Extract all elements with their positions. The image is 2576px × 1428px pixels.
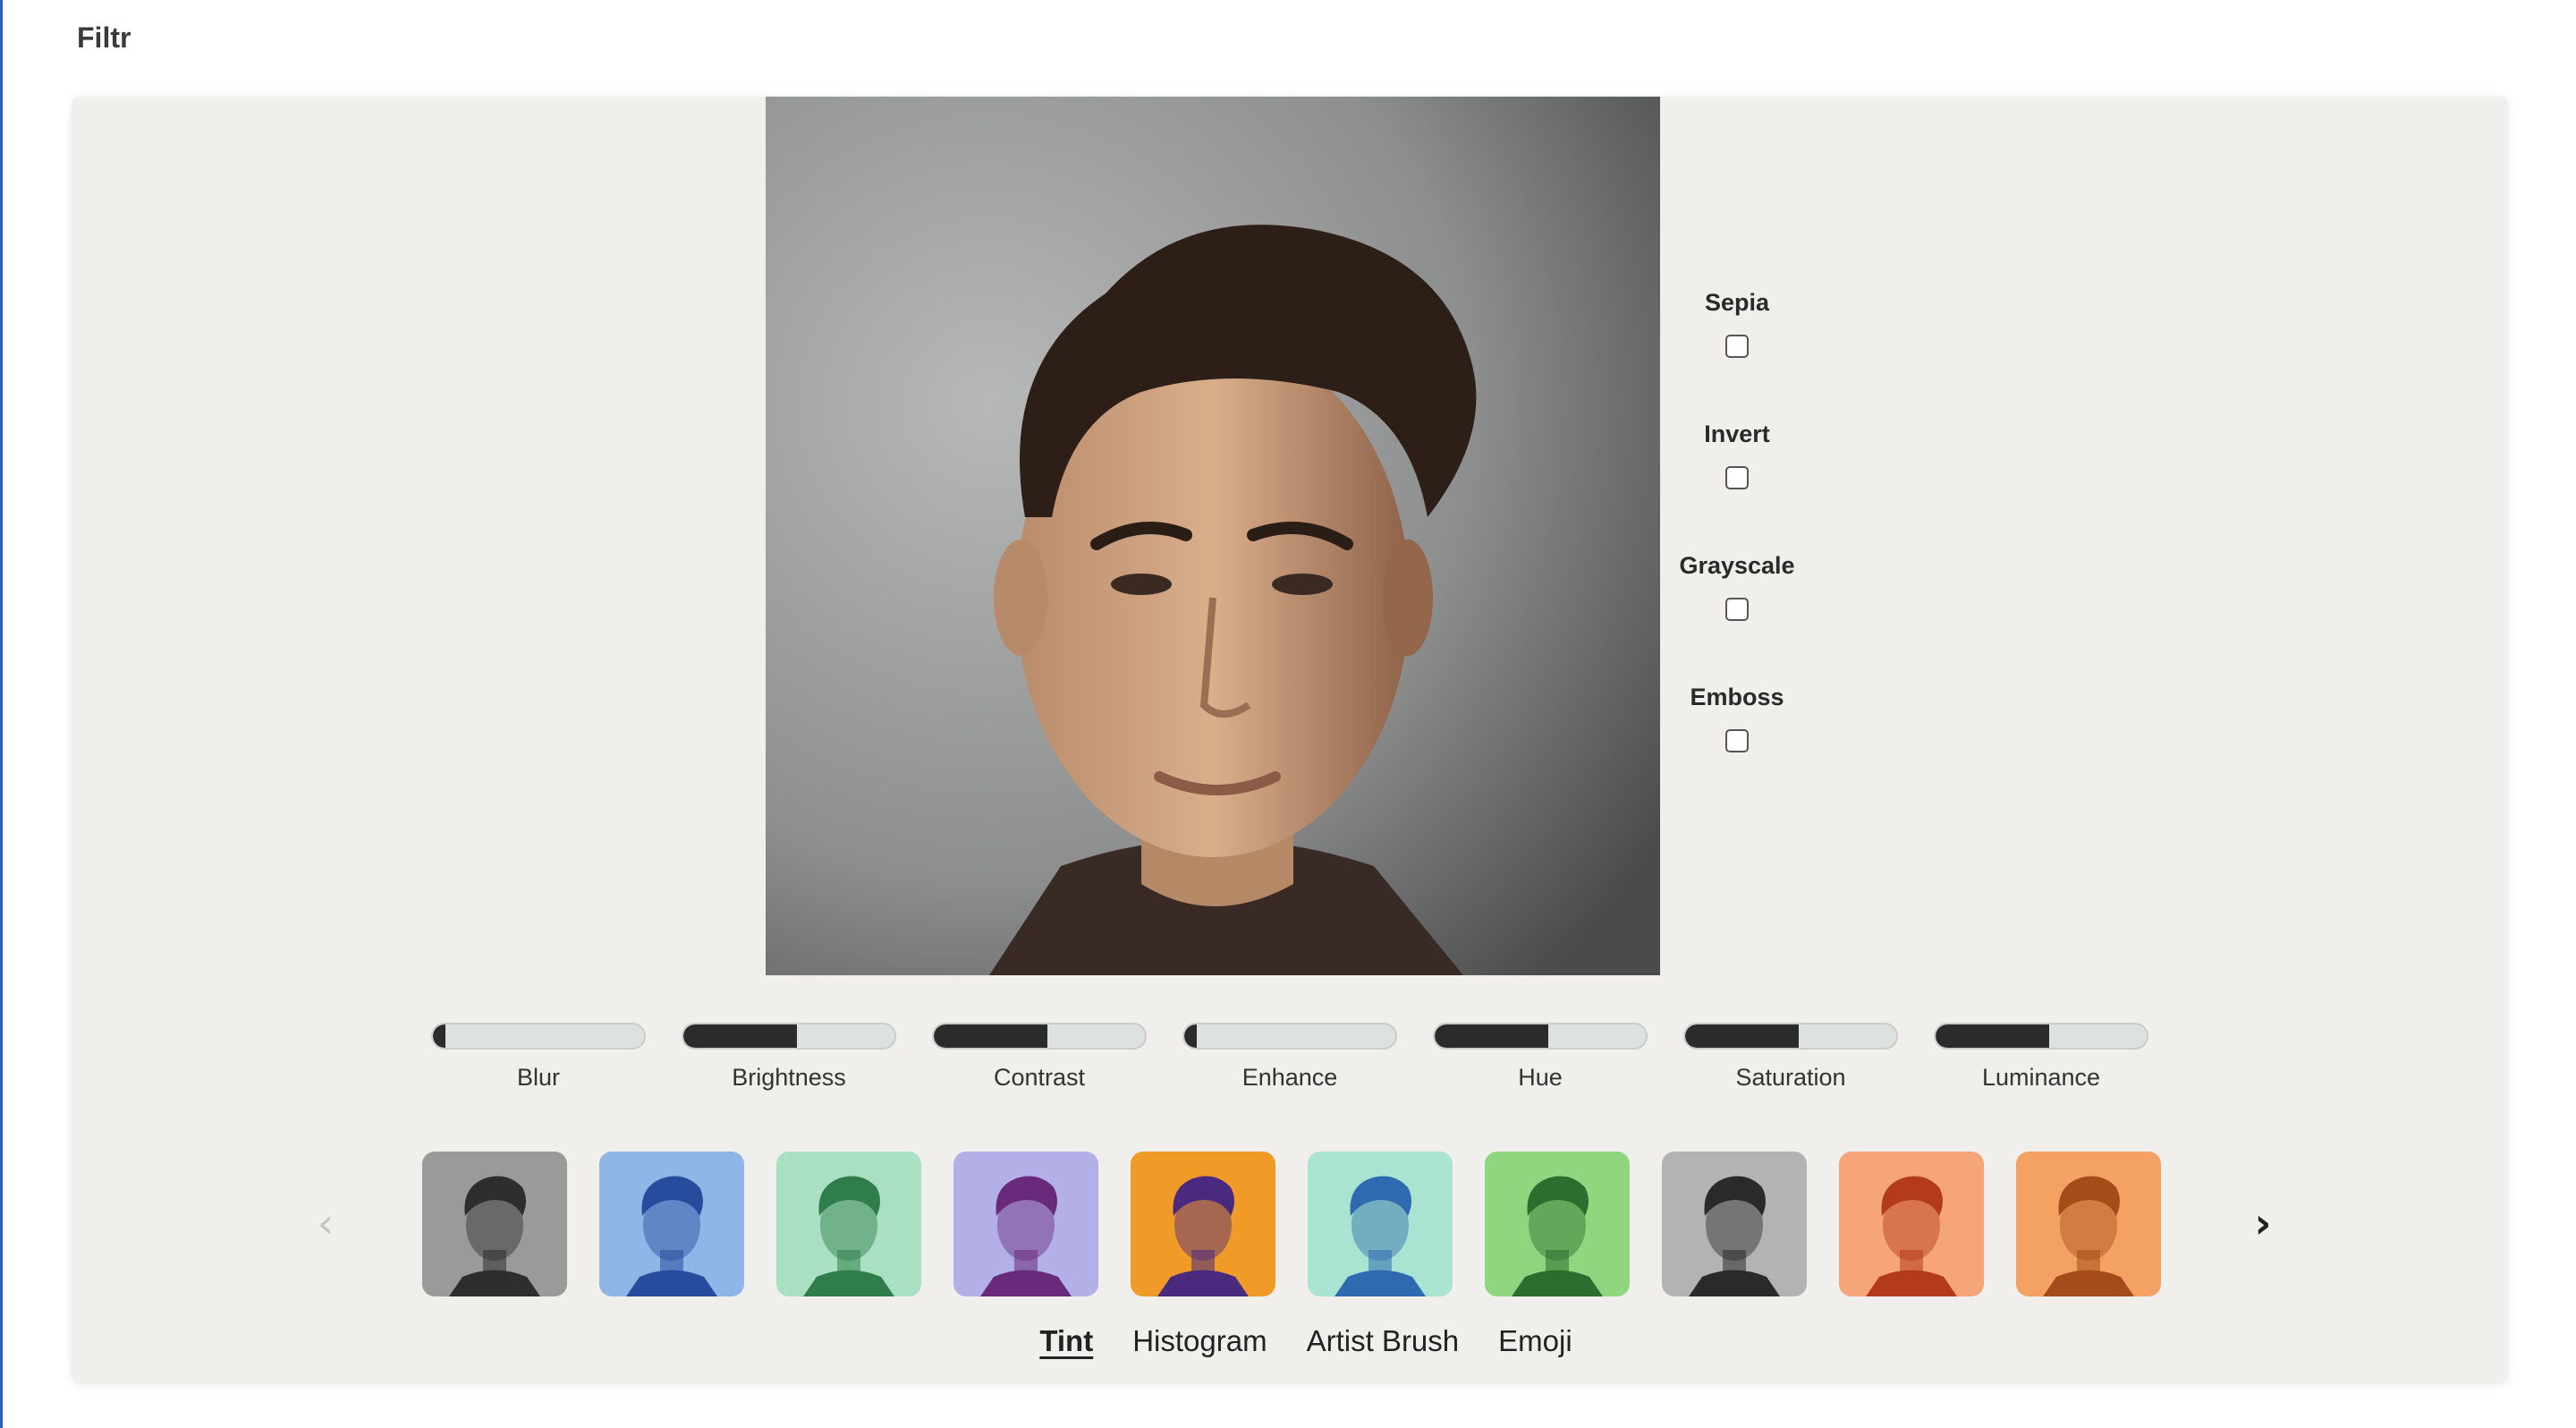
slider-blur: Blur [431, 1023, 646, 1092]
enhance-slider[interactable] [1182, 1023, 1397, 1050]
tab-histogram[interactable]: Histogram [1132, 1324, 1267, 1358]
slider-luminance: Luminance [1934, 1023, 2148, 1092]
slider-label: Saturation [1735, 1064, 1846, 1091]
slider-fill [1184, 1024, 1198, 1048]
slider-fill [433, 1024, 446, 1048]
hue-slider[interactable] [1433, 1023, 1648, 1050]
toggle-grayscale: Grayscale [1679, 549, 1795, 681]
filter-thumbnail-blue[interactable] [599, 1152, 744, 1296]
toggle-invert: Invert [1682, 418, 1792, 549]
filter-thumbnail-violet[interactable] [953, 1152, 1098, 1296]
filter-toggles: Sepia Invert Grayscale Emboss [1679, 286, 1795, 812]
slider-label: Hue [1518, 1064, 1563, 1091]
slider-label: Blur [516, 1064, 560, 1091]
slider-saturation: Saturation [1683, 1023, 1898, 1092]
toggle-label: Emboss [1690, 684, 1784, 710]
filter-thumbnail-mint[interactable] [776, 1152, 921, 1296]
luminance-slider[interactable] [1934, 1023, 2148, 1050]
filter-tabs: Tint Histogram Artist Brush Emoji [0, 1324, 2576, 1358]
filter-thumbnail-grayscale[interactable] [422, 1152, 567, 1296]
grayscale-checkbox[interactable] [1725, 598, 1749, 621]
slider-fill [1435, 1024, 1549, 1048]
toggle-sepia: Sepia [1682, 286, 1792, 418]
tab-emoji[interactable]: Emoji [1498, 1324, 1572, 1358]
chevron-right-icon[interactable]: › [2234, 1194, 2292, 1252]
filter-thumbnail-mono[interactable] [1662, 1152, 1807, 1296]
slider-brightness: Brightness [682, 1023, 896, 1092]
filter-carousel: ‹ › [286, 1150, 2290, 1298]
saturation-slider[interactable] [1683, 1023, 1898, 1050]
filter-thumbnail-aqua[interactable] [1308, 1152, 1453, 1296]
slider-contrast: Contrast [932, 1023, 1147, 1092]
slider-fill [934, 1024, 1048, 1048]
app-title: Filtr [77, 21, 131, 54]
brightness-slider[interactable] [682, 1023, 896, 1050]
slider-hue: Hue [1433, 1023, 1648, 1092]
slider-label: Luminance [1981, 1064, 2101, 1091]
sepia-checkbox[interactable] [1725, 335, 1749, 358]
tab-artist-brush[interactable]: Artist Brush [1307, 1324, 1460, 1358]
toggle-label: Grayscale [1679, 552, 1795, 579]
slider-fill [1685, 1024, 1800, 1048]
filter-thumbnail-sunset[interactable] [1131, 1152, 1275, 1296]
toggle-label: Invert [1704, 421, 1770, 447]
slider-fill [1936, 1024, 2050, 1048]
toggle-label: Sepia [1704, 289, 1770, 316]
main-photo [766, 97, 1660, 975]
filter-thumbnail-red-orange[interactable] [1839, 1152, 1984, 1296]
slider-label: Brightness [732, 1064, 846, 1091]
filter-thumbnail-green[interactable] [1485, 1152, 1630, 1296]
chevron-left-icon[interactable]: ‹ [297, 1194, 354, 1252]
slider-label: Contrast [993, 1064, 1086, 1091]
contrast-slider[interactable] [932, 1023, 1147, 1050]
slider-enhance: Enhance [1182, 1023, 1397, 1092]
slider-label: Enhance [1241, 1064, 1338, 1091]
window-edge [0, 0, 3, 1428]
invert-checkbox[interactable] [1725, 466, 1749, 489]
tab-tint[interactable]: Tint [1039, 1324, 1093, 1358]
blur-slider[interactable] [431, 1023, 646, 1050]
emboss-checkbox[interactable] [1725, 729, 1749, 752]
toggle-emboss: Emboss [1682, 681, 1792, 812]
slider-fill [683, 1024, 798, 1048]
filter-thumbnail-orange[interactable] [2016, 1152, 2161, 1296]
adjustment-sliders: Blur Brightness Contrast Enhance Hue Sat… [431, 1023, 2148, 1094]
